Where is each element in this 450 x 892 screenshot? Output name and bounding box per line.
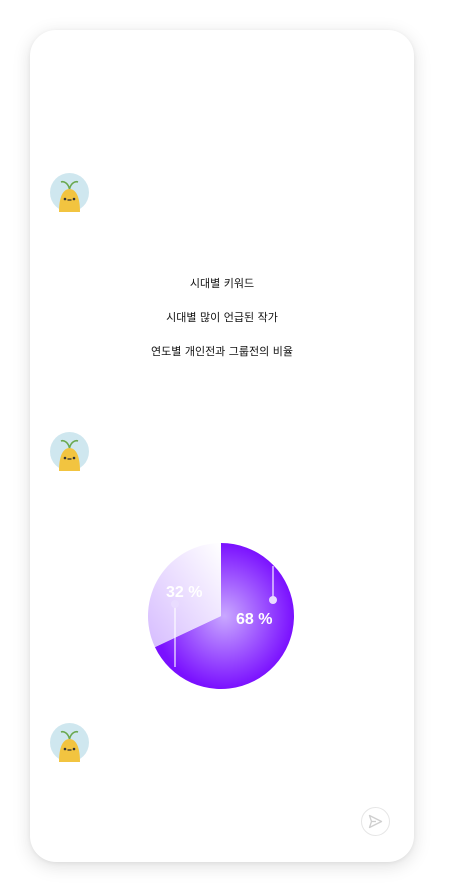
bean-character-icon [59, 730, 80, 762]
bean-character-icon [59, 180, 80, 212]
bean-character-icon [59, 439, 80, 471]
bot-avatar [50, 432, 89, 471]
menu-item-era-keywords[interactable]: 시대별 키워드 [30, 275, 414, 291]
bot-avatar [50, 723, 89, 762]
pie-label-68: 68 % [236, 611, 273, 628]
menu-item-era-artists[interactable]: 시대별 많이 언급된 작가 [30, 309, 414, 325]
bot-avatar [50, 173, 89, 212]
menu-item-exhibition-ratio[interactable]: 연도별 개인전과 그룹전의 비율 [30, 343, 414, 359]
pie-chart-svg [147, 543, 294, 689]
pie-label-32: 32 % [166, 584, 203, 601]
send-button[interactable] [361, 807, 390, 836]
send-icon [368, 814, 383, 829]
pie-pin-dot [269, 596, 277, 604]
pie-chart: 68 % 32 % [147, 542, 295, 690]
chat-screen: 시대별 키워드 시대별 많이 언급된 작가 연도별 개인전과 그룹전의 비율 6… [30, 30, 414, 862]
